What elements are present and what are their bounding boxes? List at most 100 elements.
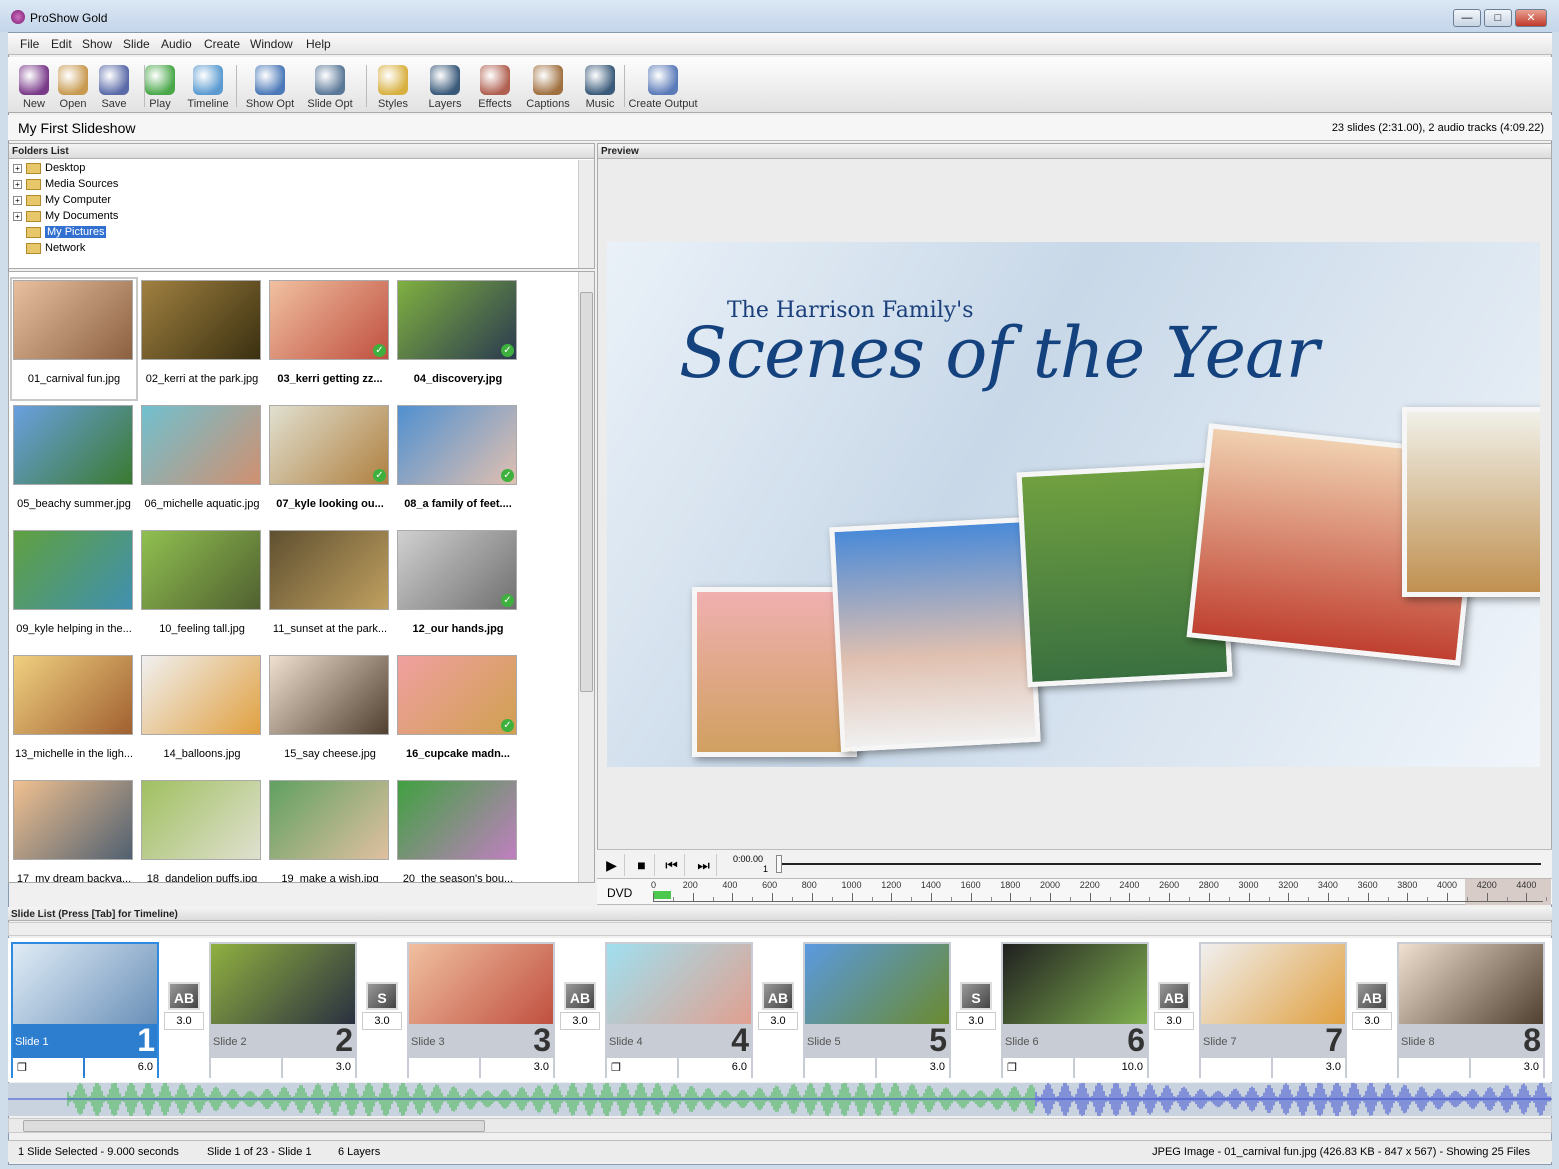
toolbar-timeline-button[interactable]: Timeline <box>182 57 234 113</box>
next-button[interactable]: ⏭ <box>691 854 717 876</box>
expand-icon[interactable]: + <box>13 211 22 221</box>
slide-card[interactable]: Slide 5 5 3.0 <box>803 942 951 1078</box>
transition-duration[interactable]: 3.0 <box>362 1012 402 1030</box>
file-thumbnail[interactable]: 02_kerri at the park.jpg <box>141 280 263 398</box>
toolbar-slide-opt-button[interactable]: Slide Opt <box>304 57 356 113</box>
transition[interactable]: S 3.0 <box>362 982 402 1030</box>
menu-edit[interactable]: Edit <box>51 37 72 51</box>
expand-icon[interactable]: + <box>13 179 22 189</box>
toolbar-effects-button[interactable]: Effects <box>470 57 520 113</box>
folder-desktop[interactable]: + Desktop <box>13 160 85 176</box>
playback-track[interactable] <box>779 863 1541 865</box>
slide-duration[interactable]: 3.0 <box>283 1058 355 1078</box>
transition-crossfade-icon[interactable]: AB <box>168 982 200 1010</box>
slide-card[interactable]: Slide 4 4 ❐ 6.0 <box>605 942 753 1078</box>
toolbar-new-button[interactable]: New <box>16 57 52 113</box>
toolbar-captions-button[interactable]: Captions <box>520 57 576 113</box>
transition[interactable]: AB 3.0 <box>1154 982 1194 1030</box>
file-thumbnail[interactable]: 15_say cheese.jpg <box>269 655 391 773</box>
menu-file[interactable]: File <box>20 37 39 51</box>
toolbar-styles-button[interactable]: Styles <box>368 57 418 113</box>
transition-random-icon[interactable]: S <box>366 982 398 1010</box>
menu-show[interactable]: Show <box>82 37 112 51</box>
folder-media-sources[interactable]: + Media Sources <box>13 176 118 192</box>
menu-slide[interactable]: Slide <box>123 37 150 51</box>
toolbar-save-button[interactable]: Save <box>96 57 132 113</box>
transition-duration[interactable]: 3.0 <box>758 1012 798 1030</box>
menu-create[interactable]: Create <box>204 37 240 51</box>
file-thumbnail[interactable]: ✓ 04_discovery.jpg <box>397 280 519 398</box>
file-thumbnail[interactable]: 01_carnival fun.jpg <box>10 277 138 401</box>
transition[interactable]: S 3.0 <box>956 982 996 1030</box>
file-thumbnail[interactable]: 17_my dream backya... <box>13 780 135 882</box>
slide-card[interactable]: Slide 1 1 ❐ 6.0 <box>11 942 159 1078</box>
slide-list-scroll-thumb[interactable] <box>23 1120 485 1132</box>
folders-scrollbar[interactable] <box>578 160 594 268</box>
previous-button[interactable]: ⏮ <box>659 854 685 876</box>
menu-help[interactable]: Help <box>306 37 331 51</box>
transition[interactable]: AB 3.0 <box>1352 982 1392 1030</box>
file-thumbnail[interactable]: 14_balloons.jpg <box>141 655 263 773</box>
file-thumbnail[interactable]: 18_dandelion puffs.jpg <box>141 780 263 882</box>
transition[interactable]: AB 3.0 <box>758 982 798 1030</box>
transition-crossfade-icon[interactable]: AB <box>564 982 596 1010</box>
file-thumbnail[interactable]: 20_the season's bou... <box>397 780 519 882</box>
transition-duration[interactable]: 3.0 <box>560 1012 600 1030</box>
transition[interactable]: AB 3.0 <box>560 982 600 1030</box>
file-thumbnail[interactable]: 09_kyle helping in the... <box>13 530 135 648</box>
expand-icon[interactable]: + <box>13 163 22 173</box>
toolbar-create-output-button[interactable]: Create Output <box>628 57 698 113</box>
playback-slider-handle[interactable] <box>776 855 782 873</box>
menu-window[interactable]: Window <box>250 37 293 51</box>
transition-duration[interactable]: 3.0 <box>1352 1012 1392 1030</box>
file-thumbnail[interactable]: 19_make a wish.jpg <box>269 780 391 882</box>
transition-duration[interactable]: 3.0 <box>164 1012 204 1030</box>
slide-duration[interactable]: 3.0 <box>481 1058 553 1078</box>
slide-card[interactable]: Slide 2 2 3.0 <box>209 942 357 1078</box>
slide-duration[interactable]: 3.0 <box>1273 1058 1345 1078</box>
transition-crossfade-icon[interactable]: AB <box>762 982 794 1010</box>
spacer[interactable] <box>13 244 22 253</box>
expand-icon[interactable]: + <box>13 195 22 205</box>
file-thumbnail[interactable]: 10_feeling tall.jpg <box>141 530 263 648</box>
folder-network[interactable]: Network <box>13 240 85 256</box>
slide-card[interactable]: Slide 7 7 3.0 <box>1199 942 1347 1078</box>
stop-button[interactable]: ■ <box>629 854 655 876</box>
play-button[interactable]: ▶ <box>599 854 625 876</box>
file-thumbnail[interactable]: ✓ 08_a family of feet.... <box>397 405 519 523</box>
transition-random-icon[interactable]: S <box>960 982 992 1010</box>
spacer[interactable] <box>13 228 22 237</box>
file-thumbnail[interactable]: 06_michelle aquatic.jpg <box>141 405 263 523</box>
slide-list-top-bar[interactable] <box>8 922 1552 936</box>
slide-card[interactable]: Slide 3 3 3.0 <box>407 942 555 1078</box>
file-thumbnail[interactable]: 11_sunset at the park... <box>269 530 391 648</box>
toolbar-music-button[interactable]: Music <box>578 57 622 113</box>
file-thumbnail[interactable]: 05_beachy summer.jpg <box>13 405 135 523</box>
toolbar-play-button[interactable]: Play <box>142 57 178 113</box>
transition-duration[interactable]: 3.0 <box>956 1012 996 1030</box>
gallery-scroll-thumb[interactable] <box>580 292 593 692</box>
file-thumbnail[interactable]: ✓ 07_kyle looking ou... <box>269 405 391 523</box>
slide-duration[interactable]: 6.0 <box>679 1058 751 1078</box>
slide-list-scrollbar[interactable] <box>8 1118 1552 1133</box>
folder-my-pictures[interactable]: My Pictures <box>13 224 107 240</box>
minimize-button[interactable]: — <box>1453 9 1481 27</box>
folder-my-computer[interactable]: + My Computer <box>13 192 111 208</box>
transition-crossfade-icon[interactable]: AB <box>1158 982 1190 1010</box>
file-thumbnail[interactable]: ✓ 16_cupcake madn... <box>397 655 519 773</box>
audio-waveform[interactable] <box>8 1083 1552 1116</box>
slide-duration[interactable]: 3.0 <box>877 1058 949 1078</box>
maximize-button[interactable]: □ <box>1484 9 1512 27</box>
slide-card[interactable]: Slide 8 8 3.0 <box>1397 942 1545 1078</box>
toolbar-layers-button[interactable]: Layers <box>420 57 470 113</box>
slide-duration[interactable]: 3.0 <box>1471 1058 1543 1078</box>
toolbar-open-button[interactable]: Open <box>54 57 92 113</box>
transition-duration[interactable]: 3.0 <box>1154 1012 1194 1030</box>
toolbar-show-opt-button[interactable]: Show Opt <box>242 57 298 113</box>
menu-audio[interactable]: Audio <box>161 37 192 51</box>
close-button[interactable]: ✕ <box>1515 9 1547 27</box>
transition-crossfade-icon[interactable]: AB <box>1356 982 1388 1010</box>
folder-my-documents[interactable]: + My Documents <box>13 208 118 224</box>
file-thumbnail[interactable]: 13_michelle in the ligh... <box>13 655 135 773</box>
gallery-scrollbar[interactable] <box>578 272 594 882</box>
